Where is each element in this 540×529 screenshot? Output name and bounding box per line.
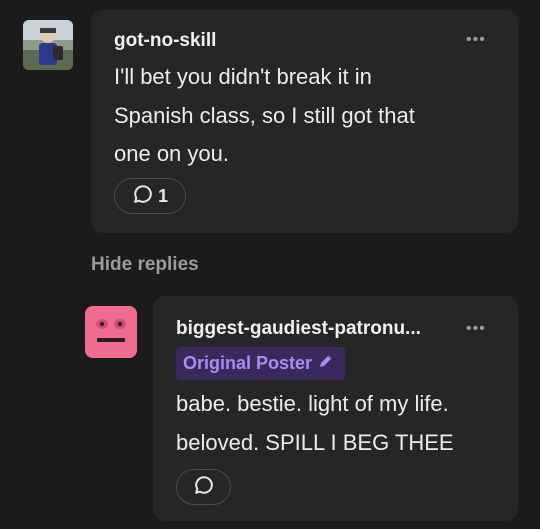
avatar[interactable]	[23, 20, 73, 70]
more-options-icon[interactable]: •••	[466, 320, 486, 338]
comment-text: I'll bet you didn't break it in Spanish …	[114, 64, 415, 166]
pencil-icon	[318, 353, 334, 374]
more-options-icon[interactable]: •••	[466, 31, 486, 49]
comment-username[interactable]: biggest-gaudiest-patronu...	[176, 318, 421, 340]
reply-button[interactable]	[176, 469, 231, 505]
comment-text: babe. bestie. light of my life. beloved.…	[176, 391, 454, 455]
reply-button[interactable]: 1	[114, 178, 186, 214]
avatar[interactable]	[85, 306, 137, 358]
hide-replies-link[interactable]: Hide replies	[91, 254, 199, 276]
reply-count: 1	[157, 185, 168, 206]
original-poster-badge: Original Poster	[176, 347, 345, 380]
comment-icon	[132, 183, 154, 210]
comment-icon	[193, 474, 215, 501]
comment-username[interactable]: got-no-skill	[114, 30, 216, 52]
